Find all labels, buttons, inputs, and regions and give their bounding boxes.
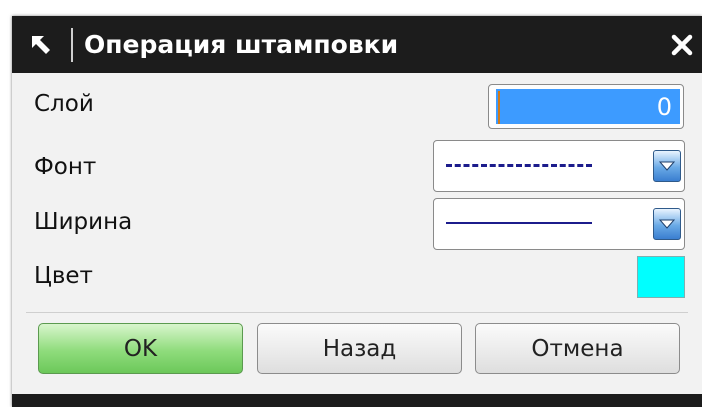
color-label: Цвет <box>34 263 93 289</box>
layer-label: Слой <box>34 91 94 117</box>
solid-line-sample <box>446 222 592 224</box>
divider <box>26 312 688 313</box>
close-icon[interactable] <box>664 28 700 62</box>
font-label: Фонт <box>34 154 97 180</box>
title-bar: Операция штамповки <box>12 16 702 73</box>
cancel-button[interactable]: Отмена <box>475 323 680 374</box>
width-select[interactable] <box>433 198 685 250</box>
stamping-operation-dialog: Операция штамповки Слой 0 Фонт Ширина Цв… <box>12 16 702 407</box>
dashed-line-sample <box>446 164 592 167</box>
color-swatch[interactable] <box>637 256 685 298</box>
layer-input[interactable]: 0 <box>488 84 684 129</box>
width-label: Ширина <box>34 209 133 235</box>
layer-input-selection: 0 <box>496 89 680 124</box>
layer-value: 0 <box>656 93 672 121</box>
title-separator <box>71 28 73 62</box>
bottom-bar <box>12 394 702 407</box>
chevron-down-icon[interactable] <box>653 150 681 182</box>
ok-button[interactable]: OK <box>38 323 243 374</box>
dialog-title: Операция штамповки <box>84 30 399 59</box>
back-button[interactable]: Назад <box>257 323 462 374</box>
font-select[interactable] <box>433 140 685 192</box>
pin-arrow-icon[interactable] <box>12 22 70 67</box>
chevron-down-icon[interactable] <box>653 208 681 240</box>
text-caret <box>498 91 500 124</box>
